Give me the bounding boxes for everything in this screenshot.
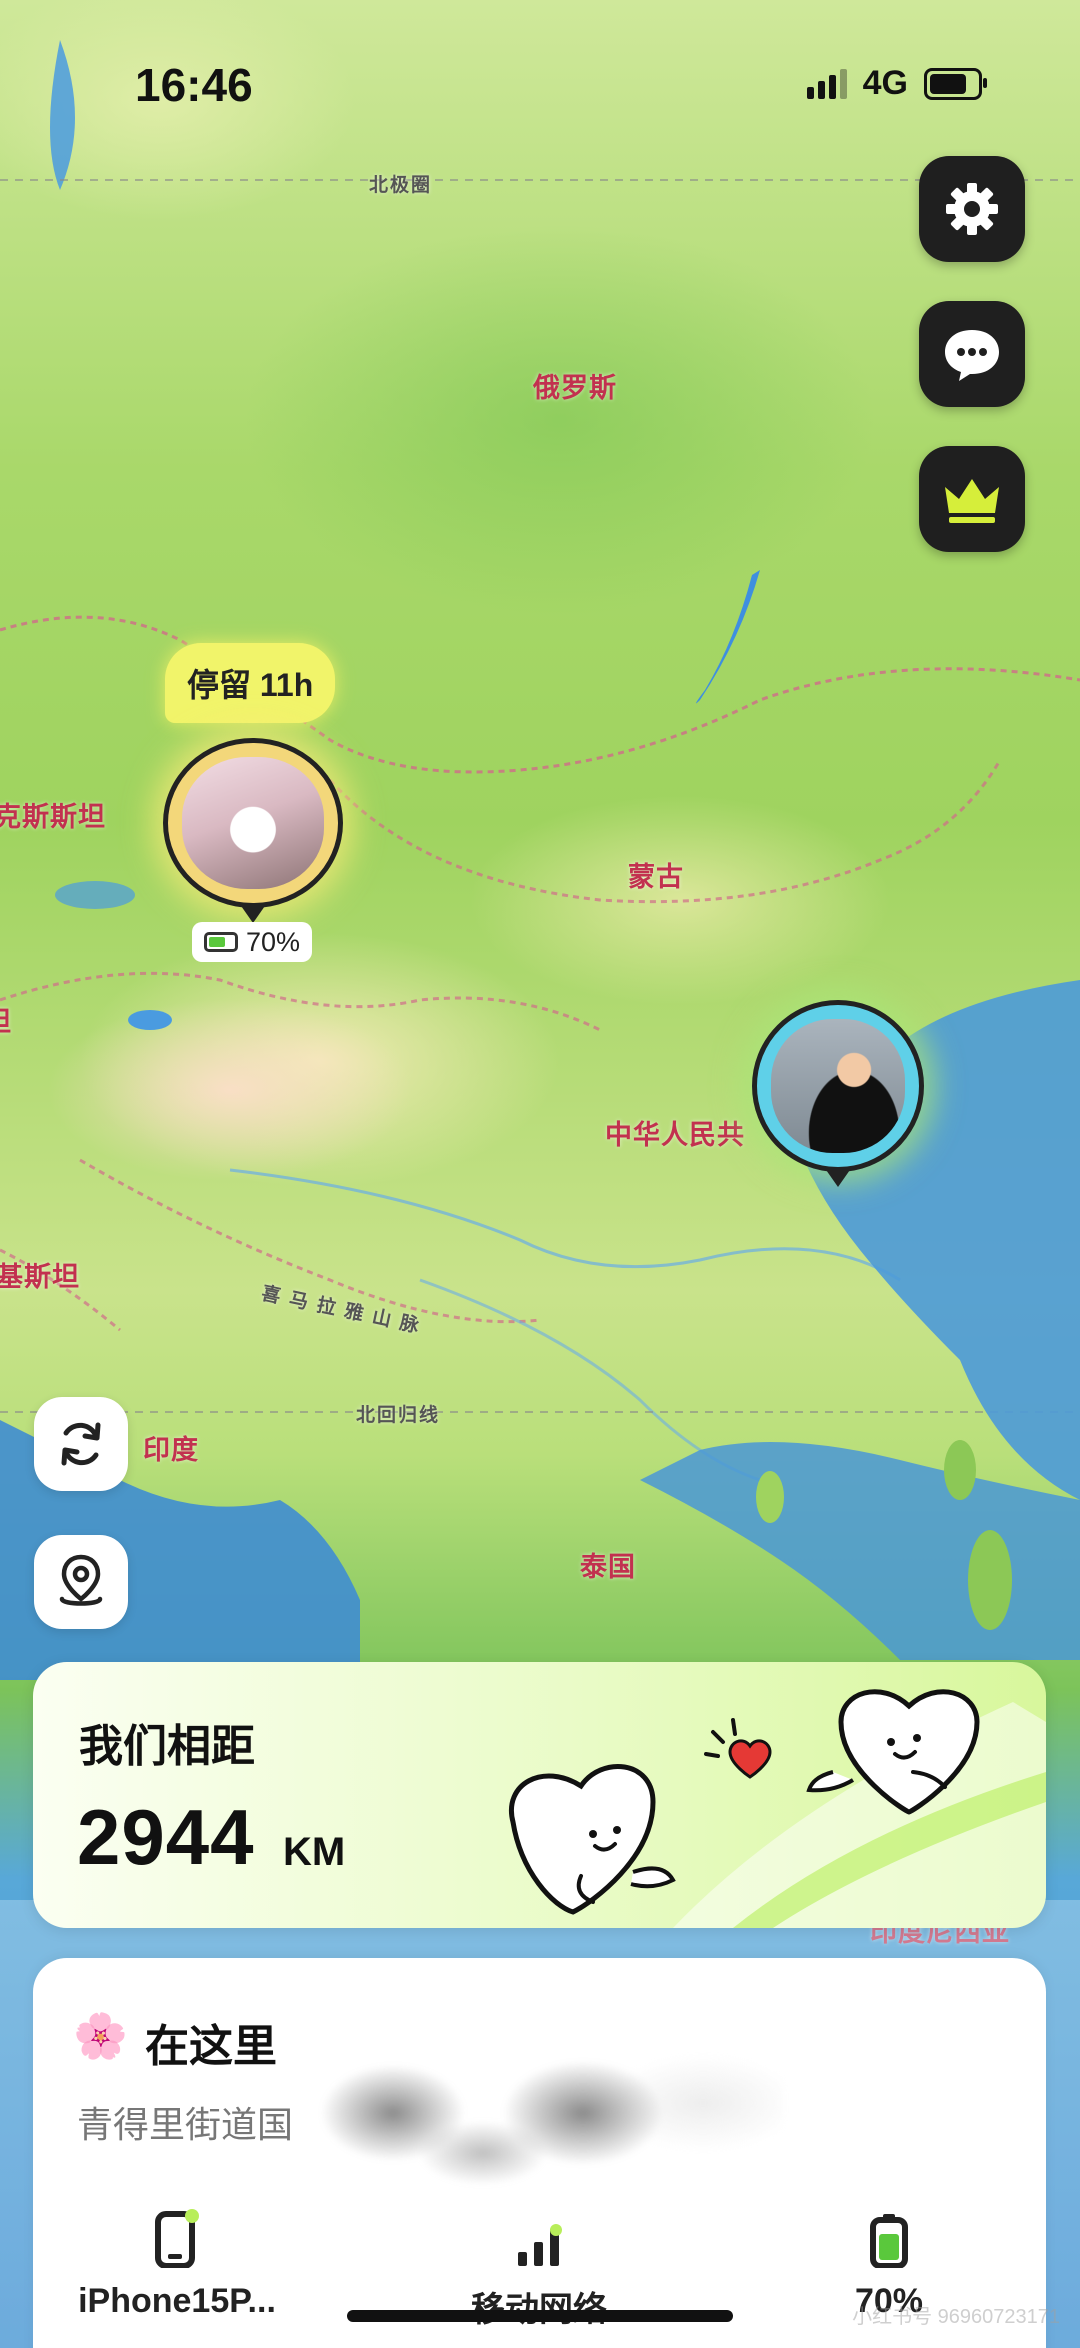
- settings-button[interactable]: [919, 156, 1025, 262]
- friend-avatar-photo: [182, 757, 324, 889]
- map-label-kazakhstan: 克斯斯坦: [0, 802, 106, 832]
- flower-icon: 🌸: [73, 2012, 128, 2061]
- signal-icon: [518, 2224, 562, 2266]
- friend-battery-pill: 70%: [192, 922, 313, 962]
- chat-button[interactable]: [919, 301, 1025, 407]
- refresh-icon: [61, 1422, 101, 1466]
- locate-button[interactable]: [34, 1535, 128, 1629]
- my-avatar-marker[interactable]: [752, 1000, 924, 1187]
- tab-device[interactable]: iPhone15P...: [27, 2198, 327, 2321]
- map-label-mongolia: 蒙古: [628, 862, 684, 892]
- status-time: 16:46: [135, 59, 253, 111]
- status-indicators: 4G: [806, 64, 987, 103]
- vip-button[interactable]: [919, 446, 1025, 552]
- chat-bubble-icon: [945, 330, 999, 381]
- watermark: 小红书号 96960723171: [852, 2306, 1060, 2328]
- gear-icon: [946, 183, 998, 235]
- distance-card: 我们相距 2944 KM: [33, 1662, 1046, 1928]
- map-label-india: 印度: [143, 1435, 199, 1465]
- stay-duration-badge: 停留 11h: [165, 643, 336, 723]
- cellular-signal-icon: [806, 68, 847, 99]
- map-label-russia: 俄罗斯: [533, 373, 617, 403]
- map-label-tropic: 北回归线: [356, 1405, 441, 1426]
- battery-status-icon: [924, 67, 987, 100]
- tab-network-label: 移动网络: [389, 2282, 689, 2331]
- location-address: 青得里街道国: [77, 2104, 294, 2145]
- redaction-smudge: [283, 2043, 783, 2193]
- battery-icon: [870, 2214, 908, 2268]
- location-pin-icon: [59, 1554, 103, 1606]
- friend-battery-level: 70%: [246, 926, 301, 957]
- map-label-pakistan: 基斯坦: [0, 1262, 80, 1292]
- tab-device-label: iPhone15P...: [78, 2282, 276, 2320]
- location-title: 在这里: [145, 2022, 277, 2071]
- battery-icon: [204, 932, 238, 952]
- app-root: 北极圈 俄罗斯 克斯斯坦 坦 蒙古 中华人民共 喜 马 拉 雅 山 脉 基斯坦 …: [0, 0, 1080, 2348]
- crown-icon: [945, 479, 999, 523]
- map-label-thailand: 泰国: [580, 1552, 636, 1582]
- friend-avatar-marker[interactable]: [163, 738, 343, 923]
- hearts-illustration: [509, 1689, 1046, 1928]
- location-card: 🌸 在这里 青得里街道国 iPhone15P... 70%: [33, 1958, 1046, 2348]
- my-avatar-photo: [771, 1019, 905, 1153]
- network-type: 4G: [862, 64, 908, 102]
- phone-icon: [155, 2209, 199, 2268]
- refresh-button[interactable]: [34, 1397, 128, 1491]
- map-label-arctic-circle: 北极圈: [369, 175, 433, 196]
- map-label-china: 中华人民共: [605, 1120, 745, 1150]
- home-indicator[interactable]: [347, 2310, 733, 2322]
- map-label-edge: 坦: [0, 1000, 12, 1039]
